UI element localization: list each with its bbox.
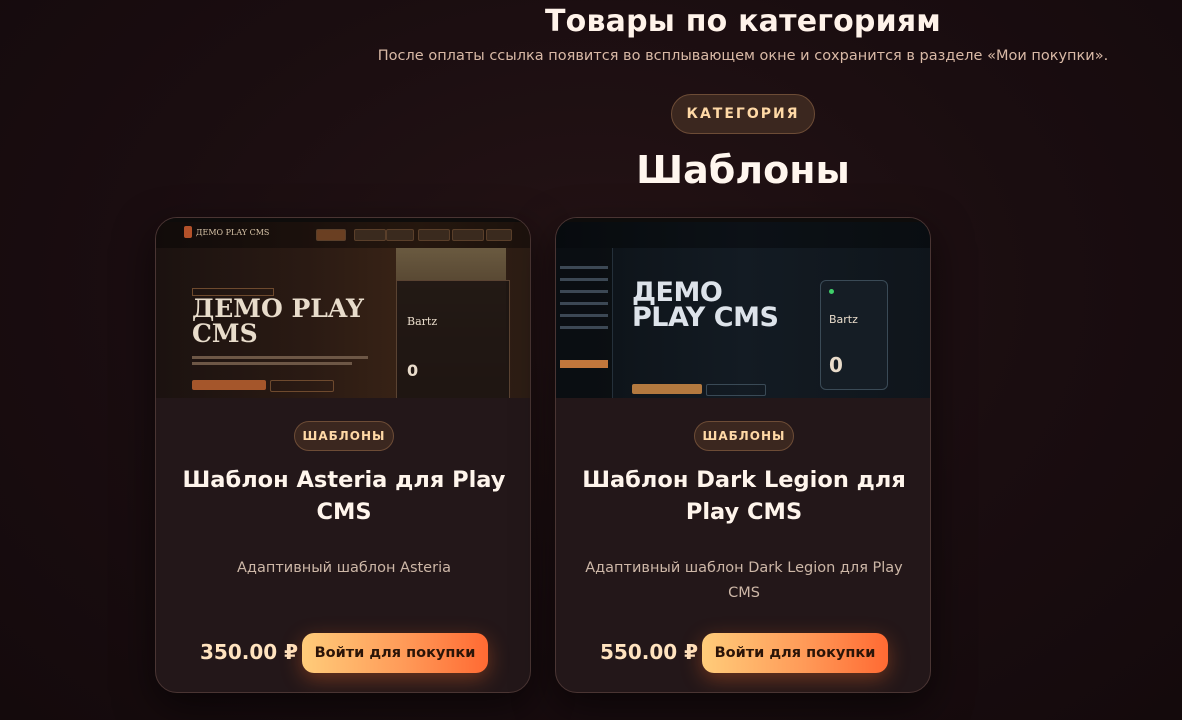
thumbnail-sidebar bbox=[556, 248, 613, 398]
sidebar-item bbox=[560, 266, 608, 269]
hero-text-line bbox=[192, 362, 352, 365]
thumbnail-panel: Bartz 0 bbox=[820, 280, 888, 390]
login-to-buy-button[interactable]: Войти для покупки bbox=[302, 633, 488, 673]
hero-button bbox=[706, 384, 766, 396]
product-card: ДЕМО PLAY CMS ДЕМО PLAY CMS Bartz 0 ШАБЛ… bbox=[155, 217, 531, 693]
panel-online-count: 0 bbox=[829, 353, 843, 377]
category-title: Шаблоны bbox=[636, 148, 850, 192]
panel-online-count: 0 bbox=[407, 361, 419, 380]
sidebar-item bbox=[560, 302, 608, 305]
product-price: 550.00 ₽ bbox=[600, 640, 699, 664]
product-category-badge: ШАБЛОНЫ bbox=[694, 421, 794, 451]
hero-button bbox=[632, 384, 702, 394]
thumbnail-hero-title: ДЕМО PLAY CMS bbox=[632, 277, 779, 333]
sidebar-item bbox=[560, 326, 608, 329]
hero-text-line bbox=[192, 356, 368, 359]
thumbnail-logo: ДЕМО PLAY CMS bbox=[196, 228, 270, 237]
nav-pill bbox=[486, 229, 512, 241]
product-description: Адаптивный шаблон Dark Legion для Play C… bbox=[585, 560, 903, 601]
panel-server-name: Bartz bbox=[407, 315, 438, 328]
login-to-buy-button[interactable]: Войти для покупки bbox=[702, 633, 888, 673]
product-thumbnail[interactable]: ДЕМО PLAY CMS ДЕМО PLAY CMS Bartz 0 bbox=[156, 218, 530, 398]
thumbnail-panel: Bartz 0 bbox=[396, 280, 510, 398]
thumbnail-nav bbox=[556, 222, 930, 248]
product-category-badge: ШАБЛОНЫ bbox=[294, 421, 394, 451]
hero-button bbox=[270, 380, 334, 392]
nav-pill bbox=[386, 229, 414, 241]
nav-pill bbox=[452, 229, 484, 241]
nav-pill bbox=[316, 229, 346, 241]
product-description: Адаптивный шаблон Asteria bbox=[237, 560, 451, 576]
page-title: Товары по категориям bbox=[544, 4, 942, 39]
product-price: 350.00 ₽ bbox=[200, 640, 299, 664]
sidebar-item bbox=[560, 314, 608, 317]
product-thumbnail[interactable]: ДЕМО PLAY CMS Bartz 0 bbox=[556, 218, 930, 398]
sidebar-item bbox=[560, 278, 608, 281]
product-title: Шаблон Asteria для Play CMS bbox=[182, 467, 506, 525]
hero-button bbox=[192, 380, 266, 390]
status-dot-icon bbox=[829, 289, 834, 294]
product-card: ДЕМО PLAY CMS Bartz 0 ШАБЛОНЫ Шаблон Dar… bbox=[555, 217, 931, 693]
category-badge: КАТЕГОРИЯ bbox=[671, 94, 815, 134]
thumbnail-hero-title: ДЕМО PLAY CMS bbox=[192, 294, 364, 348]
panel-server-name: Bartz bbox=[829, 313, 858, 326]
page-subtitle: После оплаты ссылка появится во всплываю… bbox=[377, 48, 1109, 64]
product-title: Шаблон Dark Legion для Play CMS bbox=[582, 467, 906, 525]
logo-icon bbox=[184, 226, 192, 238]
nav-pill bbox=[354, 229, 386, 241]
sidebar-item bbox=[560, 290, 608, 293]
nav-pill bbox=[418, 229, 450, 241]
sidebar-item-active bbox=[560, 360, 608, 368]
